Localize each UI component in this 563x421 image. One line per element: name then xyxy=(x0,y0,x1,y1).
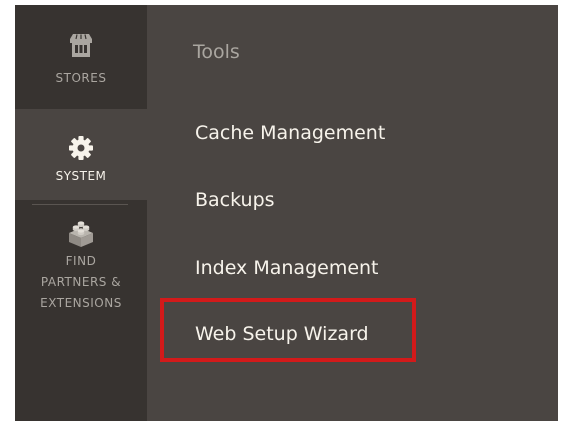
gear-icon xyxy=(69,136,93,160)
sidebar-item-label-line-2: PARTNERS & xyxy=(40,275,122,289)
menu-link-index-management[interactable]: Index Management xyxy=(195,257,379,279)
panel-section-title: Tools xyxy=(193,41,240,63)
sidebar-item-label: STORES xyxy=(55,71,107,85)
sidebar-divider xyxy=(32,204,128,205)
admin-menu-frame: STORES SYSTEM FIND PARTNERS & EXTENSIONS… xyxy=(15,5,558,421)
sidebar-item-label: SYSTEM xyxy=(55,169,107,183)
highlight-annotation-box xyxy=(160,298,416,362)
menu-link-cache-management[interactable]: Cache Management xyxy=(195,122,385,144)
store-icon xyxy=(70,34,92,57)
lego-brick-icon xyxy=(69,221,93,247)
sidebar-item-system[interactable]: SYSTEM xyxy=(15,109,147,200)
sidebar-item-stores[interactable]: STORES xyxy=(15,33,147,107)
sidebar-item-find-partners-extensions[interactable]: FIND PARTNERS & EXTENSIONS xyxy=(15,219,147,329)
menu-link-backups[interactable]: Backups xyxy=(195,189,275,211)
sidebar-item-label-line-1: FIND xyxy=(65,254,97,268)
sidebar-item-label-line-3: EXTENSIONS xyxy=(40,296,122,310)
admin-sidebar: STORES SYSTEM FIND PARTNERS & EXTENSIONS xyxy=(15,5,147,421)
